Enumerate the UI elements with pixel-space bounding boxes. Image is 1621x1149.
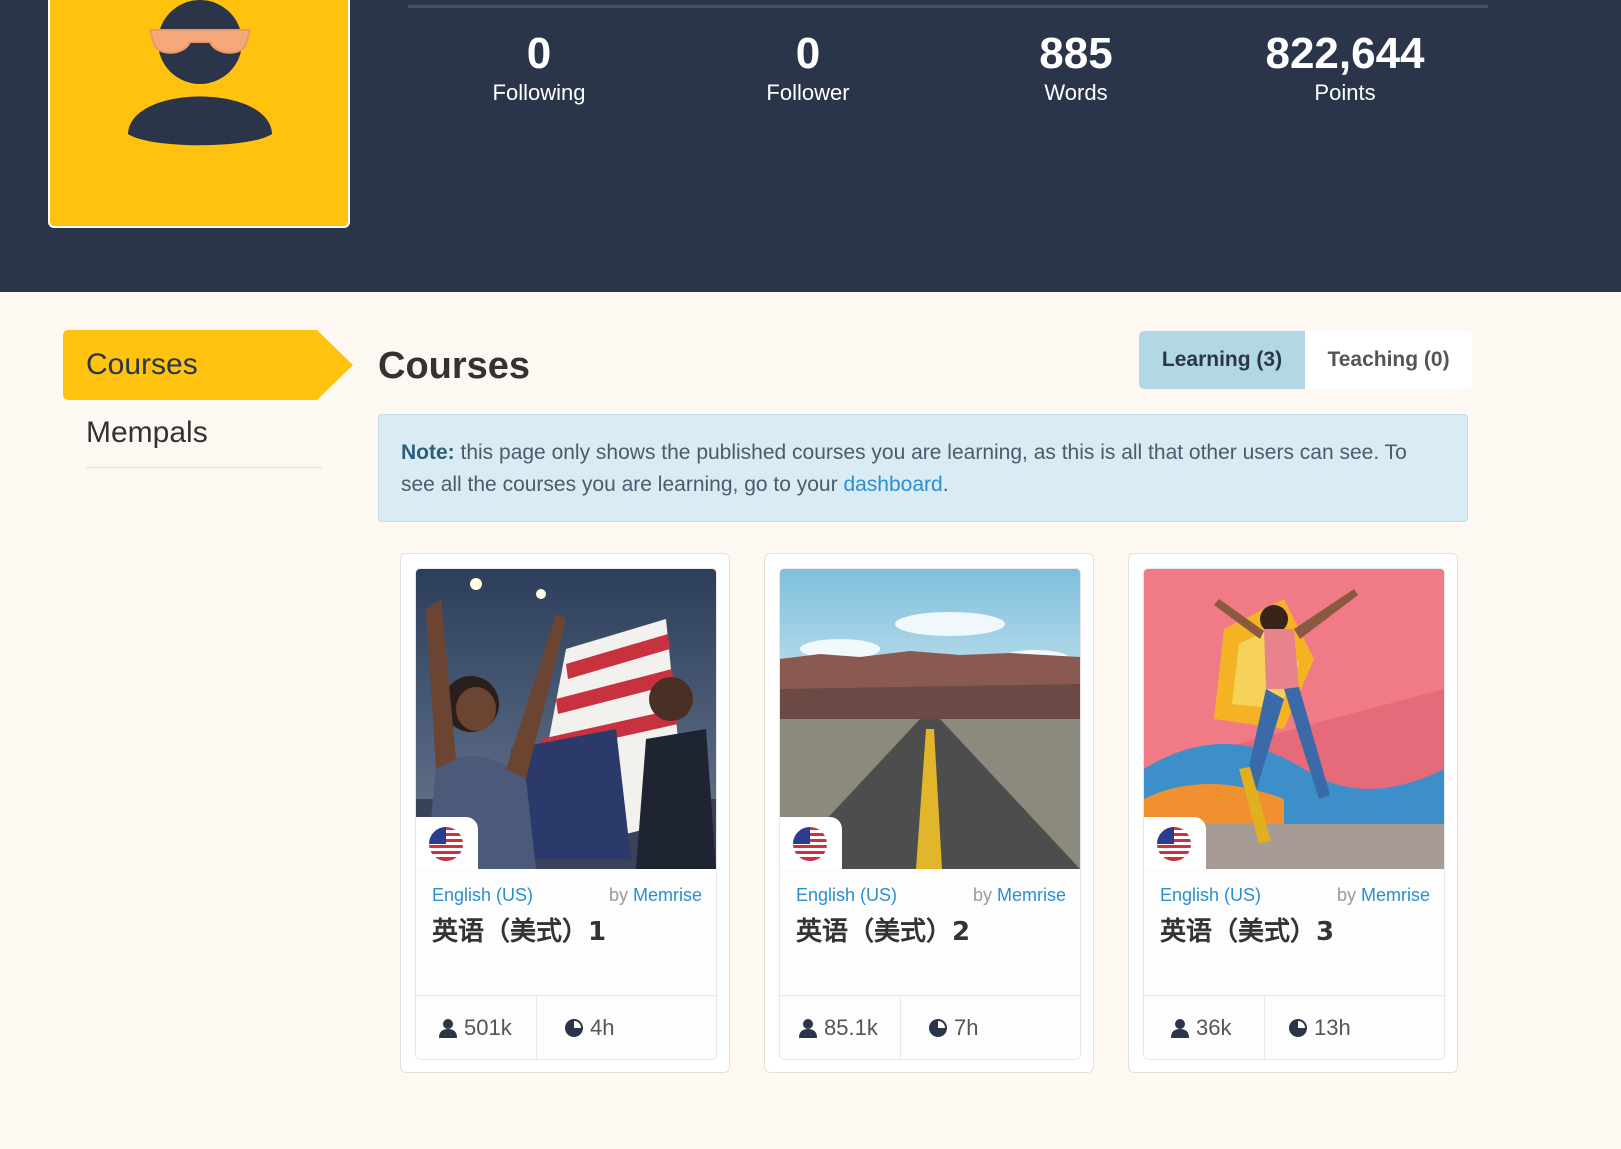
info-note: Note: this page only shows the published… (378, 414, 1468, 522)
course-author-link[interactable]: Memrise (1361, 885, 1430, 905)
duration-value: 13h (1314, 1015, 1351, 1040)
course-language[interactable]: English (US) (796, 885, 897, 905)
duration: 4h (564, 1014, 614, 1042)
course-card[interactable]: English (US) by Memrise 英语（美式）1 501k 4h (400, 553, 730, 1073)
note-suffix: . (942, 473, 949, 496)
us-flag-icon (429, 827, 463, 861)
stat-points: 822,644 Points (1235, 28, 1455, 106)
dashboard-link[interactable]: dashboard (843, 473, 942, 496)
stat-label: Following (492, 80, 586, 105)
tab-learning[interactable]: Learning (3) (1139, 331, 1305, 389)
user-icon (799, 1019, 817, 1038)
clock-icon (565, 1019, 583, 1037)
footer-divider (900, 996, 901, 1059)
learners-value: 36k (1196, 1015, 1232, 1040)
course-footer: 36k 13h (1144, 995, 1444, 1059)
note-prefix: Note: (401, 441, 455, 464)
stat-follower[interactable]: 0 Follower (698, 28, 918, 106)
us-flag-icon (793, 827, 827, 861)
sidebar-item-courses[interactable]: Courses (63, 330, 355, 400)
stat-following[interactable]: 0 Following (429, 28, 649, 106)
course-title[interactable]: 英语（美式）3 (1160, 915, 1334, 949)
course-image[interactable] (416, 569, 716, 869)
course-card[interactable]: English (US) by Memrise 英语（美式）3 36k 13h (1128, 553, 1458, 1073)
course-meta: English (US) by Memrise (1160, 883, 1430, 907)
learners-value: 85.1k (824, 1015, 878, 1040)
flag-badge (780, 817, 842, 869)
flag-badge (1144, 817, 1206, 869)
clock-icon (929, 1019, 947, 1037)
course-tabs: Learning (3) Teaching (0) (1139, 331, 1472, 389)
footer-divider (1264, 996, 1265, 1059)
learners-count: 85.1k (798, 1014, 878, 1042)
duration: 13h (1288, 1014, 1351, 1042)
course-footer: 85.1k 7h (780, 995, 1080, 1059)
course-title[interactable]: 英语（美式）1 (432, 915, 606, 949)
stat-value: 0 (795, 29, 821, 78)
by-label: by (608, 885, 628, 905)
course-meta: English (US) by Memrise (796, 883, 1066, 907)
course-author-line: by Memrise (609, 883, 702, 907)
by-label: by (1336, 885, 1356, 905)
course-title[interactable]: 英语（美式）2 (796, 915, 970, 949)
avatar-silhouette-icon (128, 0, 272, 146)
course-card[interactable]: English (US) by Memrise 英语（美式）2 85.1k 7h (764, 553, 1094, 1073)
course-image[interactable] (1144, 569, 1444, 869)
sidebar-item-label: Mempals (86, 416, 208, 449)
stat-words: 885 Words (966, 28, 1186, 106)
course-footer: 501k 4h (416, 995, 716, 1059)
sidebar-item-label: Courses (86, 348, 198, 381)
avatar[interactable] (48, 0, 350, 228)
user-icon (1171, 1019, 1189, 1038)
stat-label: Words (1044, 80, 1108, 105)
learners-value: 501k (464, 1015, 512, 1040)
duration-value: 7h (954, 1015, 979, 1040)
learners-count: 36k (1170, 1014, 1231, 1042)
course-language[interactable]: English (US) (1160, 885, 1261, 905)
user-icon (439, 1019, 457, 1038)
stat-value: 0 (526, 29, 552, 78)
course-author-link[interactable]: Memrise (633, 885, 702, 905)
us-flag-icon (1157, 827, 1191, 861)
course-meta: English (US) by Memrise (432, 883, 702, 907)
stat-value: 822,644 (1265, 29, 1425, 78)
duration: 7h (928, 1014, 978, 1042)
clock-icon (1289, 1019, 1307, 1037)
course-author-link[interactable]: Memrise (997, 885, 1066, 905)
sidebar-item-mempals[interactable]: Mempals (86, 411, 322, 468)
learners-count: 501k (438, 1014, 512, 1042)
footer-divider (536, 996, 537, 1059)
page-title: Courses (378, 345, 531, 387)
profile-header: 0 Following 0 Follower 885 Words 822,644… (0, 0, 1621, 292)
stat-label: Points (1314, 80, 1376, 105)
stat-label: Follower (766, 80, 850, 105)
stat-value: 885 (1039, 29, 1113, 78)
header-divider (408, 5, 1488, 8)
course-image[interactable] (780, 569, 1080, 869)
tab-teaching[interactable]: Teaching (0) (1305, 331, 1472, 389)
course-author-line: by Memrise (973, 883, 1066, 907)
flag-badge (416, 817, 478, 869)
course-author-line: by Memrise (1337, 883, 1430, 907)
by-label: by (972, 885, 992, 905)
duration-value: 4h (590, 1015, 615, 1040)
course-language[interactable]: English (US) (432, 885, 533, 905)
